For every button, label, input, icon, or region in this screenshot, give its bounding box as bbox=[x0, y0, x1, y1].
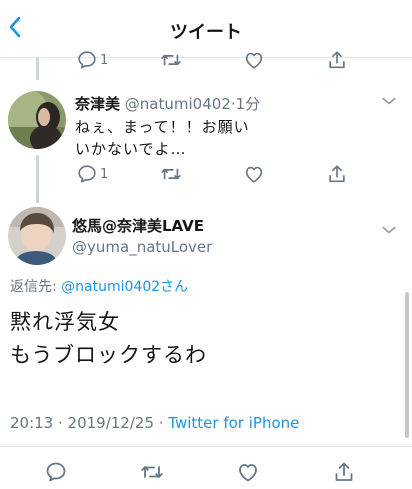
caret-down-icon bbox=[379, 225, 399, 244]
like-icon bbox=[243, 163, 265, 185]
retweet-button[interactable] bbox=[160, 48, 182, 72]
share-button[interactable] bbox=[326, 48, 348, 72]
reply-icon bbox=[76, 163, 98, 185]
reply-button[interactable] bbox=[44, 460, 68, 484]
reply-count: 1 bbox=[100, 166, 109, 182]
share-icon bbox=[332, 460, 356, 484]
avatar[interactable] bbox=[8, 207, 66, 265]
reply-count: 1 bbox=[100, 52, 109, 68]
reply-icon bbox=[76, 49, 98, 71]
tweet-text-line: ねぇ、まって！！お願い bbox=[75, 118, 250, 136]
divider bbox=[0, 446, 412, 447]
tweet-timestamp: 20:13 · 2019/12/25 · bbox=[10, 414, 169, 432]
tweet-text: ねぇ、まって！！お願い いかないでよ… bbox=[75, 116, 250, 160]
share-button[interactable] bbox=[332, 460, 356, 484]
reply-button[interactable]: 1 bbox=[76, 162, 108, 186]
reply-tweet-header: 奈津美 @natumi0402·1分 bbox=[75, 93, 260, 114]
page-title: ツイート bbox=[170, 22, 242, 43]
retweet-icon bbox=[160, 163, 182, 185]
main-tweet-actions bbox=[0, 460, 412, 484]
tweet-text-line: いかないでよ… bbox=[75, 140, 187, 158]
share-button[interactable] bbox=[326, 162, 348, 186]
thread-line bbox=[36, 155, 39, 203]
timestamp[interactable]: 1分 bbox=[236, 95, 261, 113]
handle[interactable]: @natumi0402 bbox=[125, 95, 231, 113]
reply-icon bbox=[44, 460, 68, 484]
tweet-menu-caret[interactable] bbox=[379, 91, 399, 115]
avatar[interactable] bbox=[8, 91, 66, 149]
scrollbar[interactable] bbox=[405, 292, 409, 438]
tweet-menu-caret[interactable] bbox=[379, 220, 399, 244]
reply-tweet-actions: 1 bbox=[0, 162, 412, 186]
retweet-button[interactable] bbox=[160, 162, 182, 186]
share-icon bbox=[326, 49, 348, 71]
like-button[interactable] bbox=[243, 162, 265, 186]
like-button[interactable] bbox=[243, 48, 265, 72]
tweet-text: 黙れ浮気女 もうブロックするわ bbox=[10, 306, 207, 372]
previous-tweet-actions: 1 bbox=[0, 48, 412, 72]
display-name[interactable]: 奈津美 bbox=[75, 95, 120, 113]
reply-to-link[interactable]: @natumi0402さん bbox=[61, 279, 188, 295]
like-button[interactable] bbox=[236, 460, 260, 484]
tweet-metadata: 20:13 · 2019/12/25 · Twitter for iPhone bbox=[10, 414, 299, 432]
reply-button[interactable]: 1 bbox=[76, 48, 108, 72]
like-icon bbox=[236, 460, 260, 484]
handle[interactable]: @yuma_natuLover bbox=[72, 238, 212, 256]
tweet-text-line: 黙れ浮気女 bbox=[10, 310, 120, 334]
share-icon bbox=[326, 163, 348, 185]
display-name[interactable]: 悠馬@奈津美LAVE bbox=[72, 215, 204, 236]
retweet-icon bbox=[160, 49, 182, 71]
tweet-text-line: もうブロックするわ bbox=[10, 343, 207, 367]
retweet-button[interactable] bbox=[140, 460, 164, 484]
client-link[interactable]: Twitter for iPhone bbox=[168, 414, 299, 432]
caret-down-icon bbox=[379, 96, 399, 115]
reply-to-prefix: 返信先: bbox=[10, 279, 62, 295]
like-icon bbox=[243, 49, 265, 71]
replying-to: 返信先: @natumi0402さん bbox=[10, 276, 188, 296]
retweet-icon bbox=[140, 460, 164, 484]
